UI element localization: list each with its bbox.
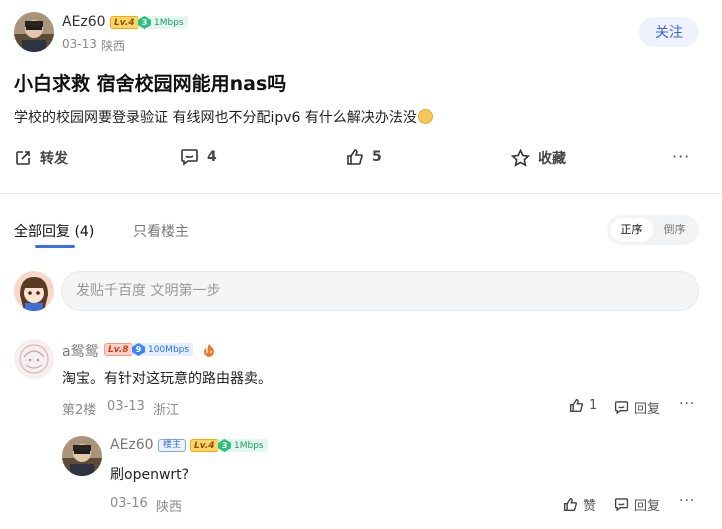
post-location: 陕西 <box>101 39 126 53</box>
comment-button[interactable]: 4 <box>180 148 217 166</box>
author-name[interactable]: AEz60 <box>62 14 106 30</box>
level-badge: Lv.4 <box>110 16 139 29</box>
comment-floor: 第2楼 <box>62 403 97 418</box>
more-options-button[interactable]: ··· <box>672 147 690 166</box>
gem-icon: 9 <box>132 343 145 356</box>
sub-reply-author[interactable]: AEz60 <box>110 437 154 453</box>
sub-reply-date: 03-16 <box>110 496 148 511</box>
thumbs-up-icon <box>569 398 584 413</box>
tab-all-label: 全部回复 <box>14 224 70 240</box>
author-avatar[interactable] <box>14 12 54 52</box>
sub-reply-like-button[interactable]: 赞 <box>563 495 596 514</box>
thumbs-up-icon <box>563 497 578 512</box>
comment-date: 03-13 <box>107 399 145 414</box>
comment-icon <box>614 498 629 512</box>
post-date: 03-13 <box>62 37 97 51</box>
sort-asc-button[interactable]: 正序 <box>610 218 653 242</box>
speed-badge: 3 1Mbps <box>138 16 188 29</box>
commenter-avatar[interactable] <box>14 339 54 379</box>
gem-icon: 3 <box>218 439 231 452</box>
sub-reply-avatar[interactable] <box>62 436 102 476</box>
fire-badge-icon <box>201 342 217 357</box>
post-body-text: 学校的校园网要登录验证 有线网也不分配ipv6 有什么解决办法没 <box>14 110 417 126</box>
share-button[interactable]: 转发 <box>14 148 68 168</box>
active-tab-indicator <box>35 245 75 248</box>
level-badge: Lv.8 <box>104 343 133 356</box>
speed-label: 100Mbps <box>148 344 190 355</box>
comment-like-button[interactable]: 1 <box>569 398 597 413</box>
comment-icon <box>614 401 629 415</box>
star-icon <box>511 149 530 167</box>
gem-icon: 3 <box>138 16 151 29</box>
speed-badge: 9 100Mbps <box>132 343 194 356</box>
like-button[interactable]: 5 <box>346 148 382 166</box>
sub-reply-text: 刷openwrt? <box>110 467 190 483</box>
comment-text: 淘宝。有针对这玩意的路由器卖。 <box>62 371 272 387</box>
favorite-button[interactable]: 收藏 <box>511 148 566 168</box>
divider <box>0 193 722 194</box>
follow-button[interactable]: 关注 <box>639 17 699 47</box>
speed-badge: 3 1Mbps <box>218 439 268 452</box>
tab-all-count: (4) <box>74 224 95 240</box>
sub-reply-more-button[interactable]: ··· <box>679 493 695 509</box>
favorite-label: 收藏 <box>538 151 566 167</box>
emoji-icon <box>417 109 433 124</box>
sort-desc-button[interactable]: 倒序 <box>653 218 696 242</box>
thumbs-up-icon <box>347 149 363 165</box>
post-title: 小白求救 宿舍校园网能用nas吗 <box>14 73 287 95</box>
tab-all-replies[interactable]: 全部回复 (4) <box>14 221 94 241</box>
comment-icon <box>181 149 198 166</box>
current-user-avatar <box>14 271 54 311</box>
sub-reply-location: 陕西 <box>156 500 183 515</box>
comment-more-button[interactable]: ··· <box>679 396 695 412</box>
level-badge: Lv.4 <box>190 439 219 452</box>
speed-label: 1Mbps <box>234 440 264 451</box>
sub-reply-reply-label: 回复 <box>634 499 661 514</box>
post-body: 学校的校园网要登录验证 有线网也不分配ipv6 有什么解决办法没 <box>14 107 433 127</box>
sub-reply-like-label: 赞 <box>583 499 597 514</box>
speed-label: 1Mbps <box>154 17 184 28</box>
comment-like-count: 1 <box>589 398 598 413</box>
tab-owner-only[interactable]: 只看楼主 <box>133 221 189 241</box>
like-count: 5 <box>372 149 382 165</box>
share-icon <box>16 151 30 165</box>
comment-location: 浙江 <box>153 403 180 418</box>
share-label: 转发 <box>40 151 68 167</box>
comment-reply-button[interactable]: 回复 <box>614 398 660 417</box>
comment-reply-label: 回复 <box>634 402 661 417</box>
comment-count: 4 <box>207 149 217 165</box>
commenter-name[interactable]: a鸳鸳 <box>62 341 99 361</box>
sub-reply-reply-button[interactable]: 回复 <box>614 495 660 514</box>
reply-input[interactable]: 发贴千百度 文明第一步 <box>61 271 699 311</box>
sort-toggle: 正序 倒序 <box>607 215 699 245</box>
owner-badge: 楼主 <box>158 439 187 452</box>
